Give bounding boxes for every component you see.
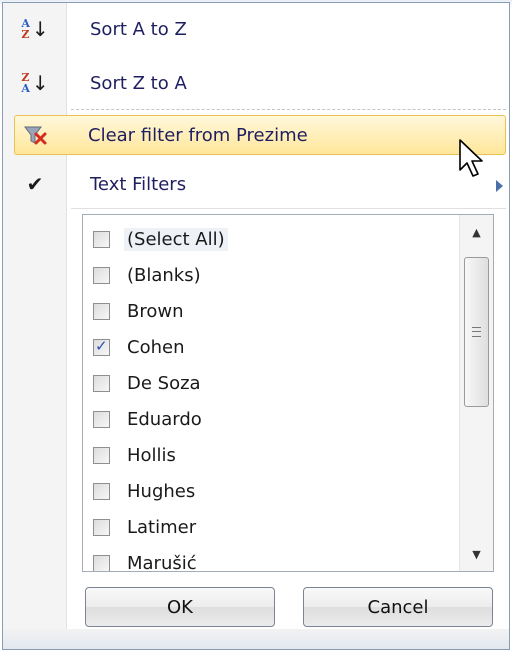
sort-a-to-z-label: Sort A to Z: [90, 18, 187, 40]
list-item[interactable]: De Soza: [89, 366, 204, 400]
list-item-label: Cohen: [127, 336, 185, 358]
checkbox[interactable]: [93, 410, 110, 428]
list-item[interactable]: (Blanks): [89, 258, 204, 292]
list-item[interactable]: Hollis: [89, 438, 179, 472]
scroll-thumb[interactable]: [464, 257, 489, 407]
list-item-label: Brown: [127, 300, 184, 322]
list-item[interactable]: Latimer: [89, 510, 199, 544]
mouse-cursor-icon: [459, 139, 483, 177]
checkbox[interactable]: [93, 230, 110, 248]
checkbox[interactable]: [93, 446, 110, 464]
sort-z-to-a-label: Sort Z to A: [90, 72, 187, 94]
clear-filter-icon: [7, 117, 65, 153]
list-item[interactable]: Eduardo: [89, 402, 205, 436]
scroll-up-arrow-icon[interactable]: ▲: [460, 217, 493, 247]
ok-button[interactable]: OK: [85, 587, 275, 627]
check-icon: ✓: [95, 336, 108, 355]
grip-icon: [472, 327, 481, 337]
cancel-button[interactable]: Cancel: [303, 587, 493, 627]
sort-z-to-a-icon: ZA ↓: [21, 71, 49, 95]
autofilter-dropdown: AZ ↓ Sort A to Z ZA ↓ Sort Z to A Clear …: [2, 2, 510, 650]
resize-bar[interactable]: [3, 629, 509, 649]
sort-z-to-a-item[interactable]: ZA ↓ Sort Z to A: [6, 65, 506, 101]
list-item-label: De Soza: [127, 372, 201, 394]
text-filters-item[interactable]: ✔ Text Filters: [6, 166, 506, 202]
checkbox[interactable]: [93, 518, 110, 536]
list-item-label: (Select All): [124, 227, 228, 251]
checkbox[interactable]: [93, 554, 110, 571]
scroll-down-arrow-icon[interactable]: ▼: [460, 539, 493, 569]
sort-a-to-z-item[interactable]: AZ ↓ Sort A to Z: [6, 11, 506, 47]
checkmark-icon: ✔: [26, 172, 44, 196]
list-item[interactable]: Hughes: [89, 474, 198, 508]
screen: AZ ↓ Sort A to Z ZA ↓ Sort Z to A Clear …: [0, 0, 512, 653]
sort-a-to-z-icon: AZ ↓: [21, 17, 49, 41]
menu-separator-2: [71, 208, 506, 209]
list-item-label: Marušić: [127, 552, 197, 572]
text-filters-label: Text Filters: [90, 173, 187, 195]
list-item-label: Hollis: [127, 444, 176, 466]
vertical-scrollbar[interactable]: ▲ ▼: [459, 215, 493, 571]
list-item-label: (Blanks): [127, 264, 201, 286]
list-item[interactable]: (Select All): [89, 222, 228, 256]
clear-filter-item[interactable]: Clear filter from Prezime: [14, 115, 506, 155]
checkbox[interactable]: [93, 266, 110, 284]
list-item-label: Hughes: [127, 480, 196, 502]
clear-filter-label: Clear filter from Prezime: [88, 124, 308, 146]
list-item[interactable]: ✓ Cohen: [89, 330, 187, 364]
list-item-label: Latimer: [127, 516, 197, 538]
checkbox[interactable]: [93, 374, 110, 392]
list-item[interactable]: Marušić: [89, 546, 200, 572]
filter-values-list[interactable]: (Select All) (Blanks) Brown ✓ Cohen De S…: [82, 214, 494, 572]
list-item[interactable]: Brown: [89, 294, 187, 328]
menu-separator: [71, 109, 506, 110]
checkbox-checked[interactable]: ✓: [93, 336, 110, 356]
checkbox[interactable]: [93, 482, 110, 500]
list-item-label: Eduardo: [127, 408, 202, 430]
checkbox[interactable]: [93, 302, 110, 320]
